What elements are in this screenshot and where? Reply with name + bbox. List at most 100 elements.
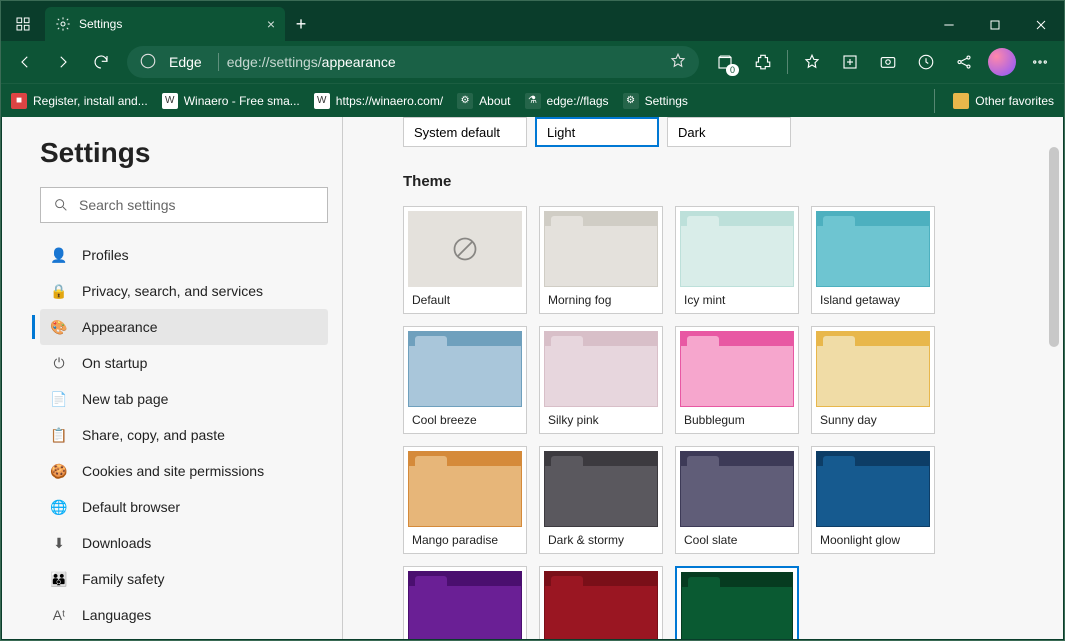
nav-item-profiles[interactable]: 👤Profiles (40, 237, 328, 273)
search-input[interactable]: Search settings (40, 187, 328, 223)
theme-card-moonlight-glow[interactable]: Moonlight glow (811, 446, 935, 554)
theme-card-bubblegum[interactable]: Bubblegum (675, 326, 799, 434)
theme-label: Icy mint (676, 287, 798, 313)
screenshot-button[interactable] (870, 44, 906, 80)
folder-icon (953, 93, 969, 109)
favorite-item[interactable]: ⚙Settings (623, 93, 688, 109)
theme-card-island-getaway[interactable]: Island getaway (811, 206, 935, 314)
titlebar: Settings × + (1, 1, 1064, 41)
nav-label: Default browser (82, 499, 180, 515)
mode-card-system-default[interactable]: System default (403, 117, 527, 147)
minimize-button[interactable] (926, 9, 972, 41)
close-window-button[interactable] (1018, 9, 1064, 41)
theme-card-mango-paradise[interactable]: Mango paradise (403, 446, 527, 554)
shopping-button[interactable]: 0 (707, 44, 743, 80)
address-bar[interactable]: Edge edge://settings/appearance (127, 46, 699, 78)
theme-label: Default (404, 287, 526, 313)
other-favorites-button[interactable]: Other favorites (953, 93, 1054, 109)
history-button[interactable] (908, 44, 944, 80)
nav-label: Languages (82, 607, 151, 623)
close-tab-icon[interactable]: × (267, 16, 275, 32)
theme-label: Cool breeze (404, 407, 526, 433)
favorites-bar: ■Register, install and... WWinaero - Fre… (1, 83, 1064, 117)
browser-tab[interactable]: Settings × (45, 7, 285, 41)
theme-card-icy-mint[interactable]: Icy mint (675, 206, 799, 314)
gear-icon (55, 16, 71, 32)
nav-item-printers[interactable]: 🖨Printers (40, 633, 328, 639)
theme-card-cool-slate[interactable]: Cool slate (675, 446, 799, 554)
nav-item-languages[interactable]: Aᵗ Languages (40, 597, 328, 633)
nav-item-new-tab-page[interactable]: 📄New tab page (40, 381, 328, 417)
mode-card-dark[interactable]: Dark (667, 117, 791, 147)
theme-card[interactable] (403, 566, 527, 639)
scrollbar[interactable] (1049, 147, 1059, 347)
nav-label: Downloads (82, 535, 151, 551)
favorite-item[interactable]: ⚙About (457, 93, 510, 109)
forward-button[interactable] (45, 44, 81, 80)
separator (934, 89, 935, 113)
collections-button[interactable] (832, 44, 868, 80)
toolbar: Edge edge://settings/appearance 0 (1, 41, 1064, 83)
nav-item-share-copy-and-paste[interactable]: 📋Share, copy, and paste (40, 417, 328, 453)
nav-label: Share, copy, and paste (82, 427, 225, 443)
nav-label: Cookies and site permissions (82, 463, 264, 479)
search-placeholder: Search settings (79, 197, 176, 213)
maximize-button[interactable] (972, 9, 1018, 41)
favorites-button[interactable] (794, 44, 830, 80)
new-tab-button[interactable]: + (285, 7, 317, 41)
theme-card-cool-breeze[interactable]: Cool breeze (403, 326, 527, 434)
refresh-button[interactable] (83, 44, 119, 80)
settings-main: System default Light Dark Theme Default Mor… (343, 117, 1063, 639)
theme-card-sunny-day[interactable]: Sunny day (811, 326, 935, 434)
nav-icon: 🎨 (50, 319, 68, 336)
nav-item-cookies-and-site-permissions[interactable]: 🍪Cookies and site permissions (40, 453, 328, 489)
section-title: Theme (403, 173, 1035, 190)
theme-preview (544, 571, 658, 639)
theme-preview (680, 331, 794, 407)
theme-card-morning-fog[interactable]: Morning fog (539, 206, 663, 314)
theme-card-silky-pink[interactable]: Silky pink (539, 326, 663, 434)
extensions-button[interactable] (745, 44, 781, 80)
favorite-item[interactable]: ■Register, install and... (11, 93, 148, 109)
content: Settings Search settings 👤Profiles🔒Priva… (2, 117, 1063, 639)
nav-icon: 🔒 (50, 283, 68, 300)
theme-card[interactable] (675, 566, 799, 639)
app-menu-button[interactable] (5, 7, 41, 41)
gear-icon: ⚙ (457, 93, 473, 109)
favorite-star-icon[interactable] (669, 52, 687, 73)
theme-label: Bubblegum (676, 407, 798, 433)
nav-item-privacy-search-and-services[interactable]: 🔒Privacy, search, and services (40, 273, 328, 309)
theme-card-dark-stormy[interactable]: Dark & stormy (539, 446, 663, 554)
flask-icon: ⚗ (525, 93, 541, 109)
theme-preview (544, 211, 658, 287)
settings-sidebar: Settings Search settings 👤Profiles🔒Priva… (2, 117, 342, 639)
nav-icon: Aᵗ (50, 607, 68, 623)
nav-icon: 👤 (50, 247, 68, 264)
theme-preview (544, 451, 658, 527)
favorite-item[interactable]: ⚗edge://flags (525, 93, 609, 109)
nav-item-downloads[interactable]: ⬇Downloads (40, 525, 328, 561)
separator (787, 50, 788, 74)
theme-preview (816, 211, 930, 287)
share-button[interactable] (946, 44, 982, 80)
mode-card-light[interactable]: Light (535, 117, 659, 147)
favorite-item[interactable]: WWinaero - Free sma... (162, 93, 300, 109)
back-button[interactable] (7, 44, 43, 80)
menu-button[interactable] (1022, 44, 1058, 80)
favorite-item[interactable]: Whttps://winaero.com/ (314, 93, 443, 109)
theme-card-default[interactable]: Default (403, 206, 527, 314)
nav-item-appearance[interactable]: 🎨 Appearance (40, 309, 328, 345)
tab-title: Settings (79, 17, 259, 31)
nav-label: Family safety (82, 571, 164, 587)
nav-item-family-safety[interactable]: 👪Family safety (40, 561, 328, 597)
mode-row: System default Light Dark (403, 117, 1035, 147)
nav-item-default-browser[interactable]: 🌐Default browser (40, 489, 328, 525)
profile-button[interactable] (984, 44, 1020, 80)
theme-label: Dark & stormy (540, 527, 662, 553)
nav-item-on-startup[interactable]: ⏻On startup (40, 345, 328, 381)
theme-label: Cool slate (676, 527, 798, 553)
gear-icon: ⚙ (623, 93, 639, 109)
url-text: edge://settings/appearance (227, 54, 661, 70)
nav-label: Appearance (82, 319, 158, 335)
theme-card[interactable] (539, 566, 663, 639)
